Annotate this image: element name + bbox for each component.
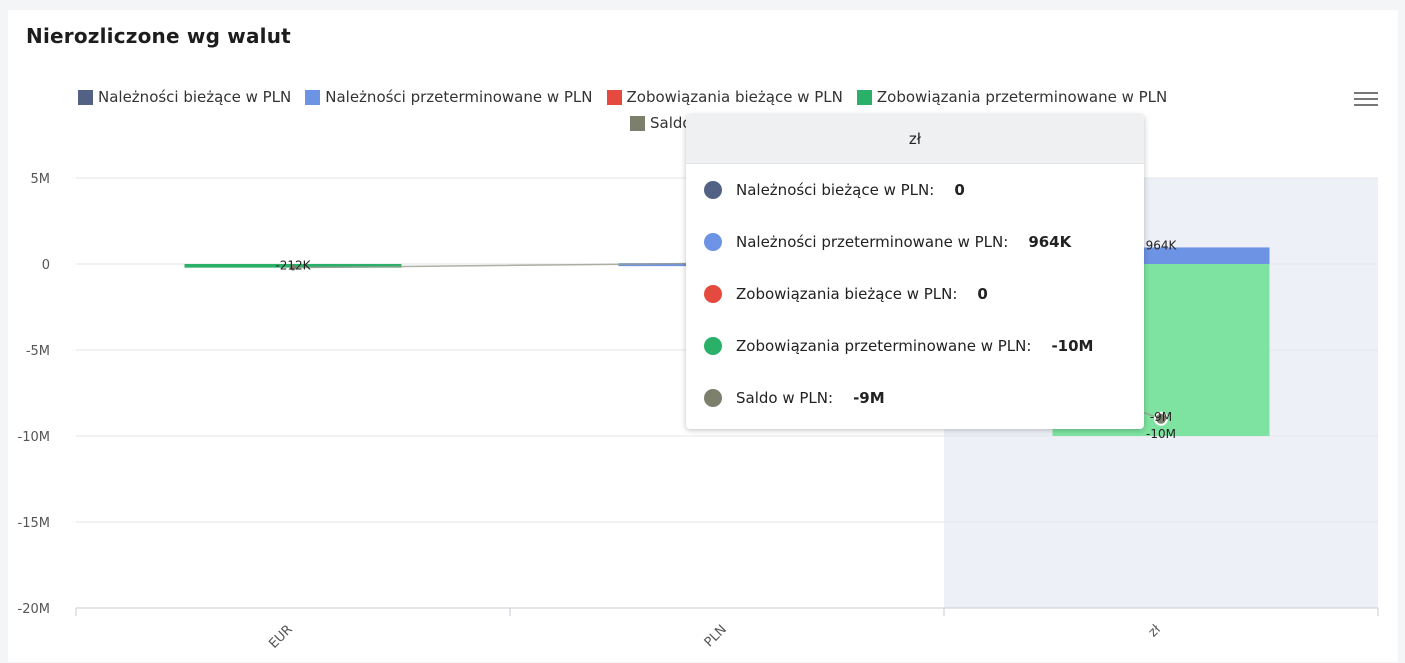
tooltip-value: -9M	[853, 389, 885, 407]
legend-swatch	[856, 89, 872, 105]
tooltip-dot	[704, 181, 722, 199]
legend-swatch	[305, 89, 321, 105]
legend-item-naleznosci-przeterminowane[interactable]: Należności przeterminowane w PLN	[305, 88, 593, 106]
chart-tooltip: zł Należności bieżące w PLN: 0 Należnośc…	[686, 115, 1144, 429]
tooltip-value: -10M	[1051, 337, 1094, 355]
x-tick-label: PLN	[702, 622, 730, 650]
data-label: 964K	[1146, 238, 1178, 252]
legend-item-naleznosci-biezace[interactable]: Należności bieżące w PLN	[78, 88, 291, 106]
y-tick-label: 0	[42, 258, 50, 273]
tooltip-header: zł	[686, 115, 1144, 164]
tooltip-label: Należności bieżące w PLN:	[736, 181, 935, 199]
tooltip-value: 0	[954, 181, 965, 199]
x-tick-label: EUR	[266, 622, 296, 652]
data-label: -10M	[1146, 427, 1176, 441]
tooltip-dot	[704, 233, 722, 251]
tooltip-row: Należności bieżące w PLN: 0	[704, 181, 965, 199]
tooltip-label: Należności przeterminowane w PLN:	[736, 233, 1009, 251]
legend-label: Należności przeterminowane w PLN	[325, 88, 593, 106]
y-tick-label: -5M	[26, 344, 50, 359]
y-tick-label: -10M	[18, 430, 50, 445]
legend-item-zobowiazania-przeterminowane[interactable]: Zobowiązania przeterminowane w PLN	[856, 88, 1168, 106]
tooltip-dot	[704, 389, 722, 407]
hamburger-menu-icon[interactable]	[1354, 89, 1378, 109]
tooltip-dot	[704, 337, 722, 355]
legend-swatch	[78, 89, 93, 105]
tooltip-dot	[704, 285, 722, 303]
data-label: -9M	[1150, 410, 1172, 424]
tooltip-label: Saldo w PLN:	[736, 389, 834, 407]
y-tick-label: -20M	[18, 602, 50, 617]
tooltip-row: Zobowiązania bieżące w PLN: 0	[704, 285, 988, 303]
chart-card: Nierozliczone wg walut 5M 0 -5M -10M -15M -20…	[8, 10, 1398, 662]
legend-label: Zobowiązania przeterminowane w PLN	[876, 88, 1168, 106]
tooltip-value: 964K	[1028, 233, 1072, 251]
x-tick-label: zł	[1146, 622, 1164, 640]
legend-swatch	[630, 115, 645, 131]
legend-label: Zobowiązania bieżące w PLN	[626, 88, 843, 106]
data-label: -212K	[275, 259, 311, 273]
legend-row-1: Należności bieżące w PLN Należności prze…	[78, 88, 1167, 106]
legend-label: Należności bieżące w PLN	[98, 88, 292, 106]
legend-swatch	[606, 89, 622, 105]
tooltip-row: Należności przeterminowane w PLN: 964K	[704, 233, 1071, 251]
y-tick-label: -15M	[18, 516, 50, 531]
tooltip-row: Zobowiązania przeterminowane w PLN: -10M	[704, 337, 1093, 355]
tooltip-label: Zobowiązania przeterminowane w PLN:	[736, 337, 1032, 355]
tooltip-label: Zobowiązania bieżące w PLN:	[736, 285, 958, 303]
legend-item-zobowiazania-biezace[interactable]: Zobowiązania bieżące w PLN	[606, 88, 843, 106]
tooltip-value: 0	[977, 285, 988, 303]
tooltip-row: Saldo w PLN: -9M	[704, 389, 885, 407]
y-tick-label: 5M	[31, 172, 51, 187]
